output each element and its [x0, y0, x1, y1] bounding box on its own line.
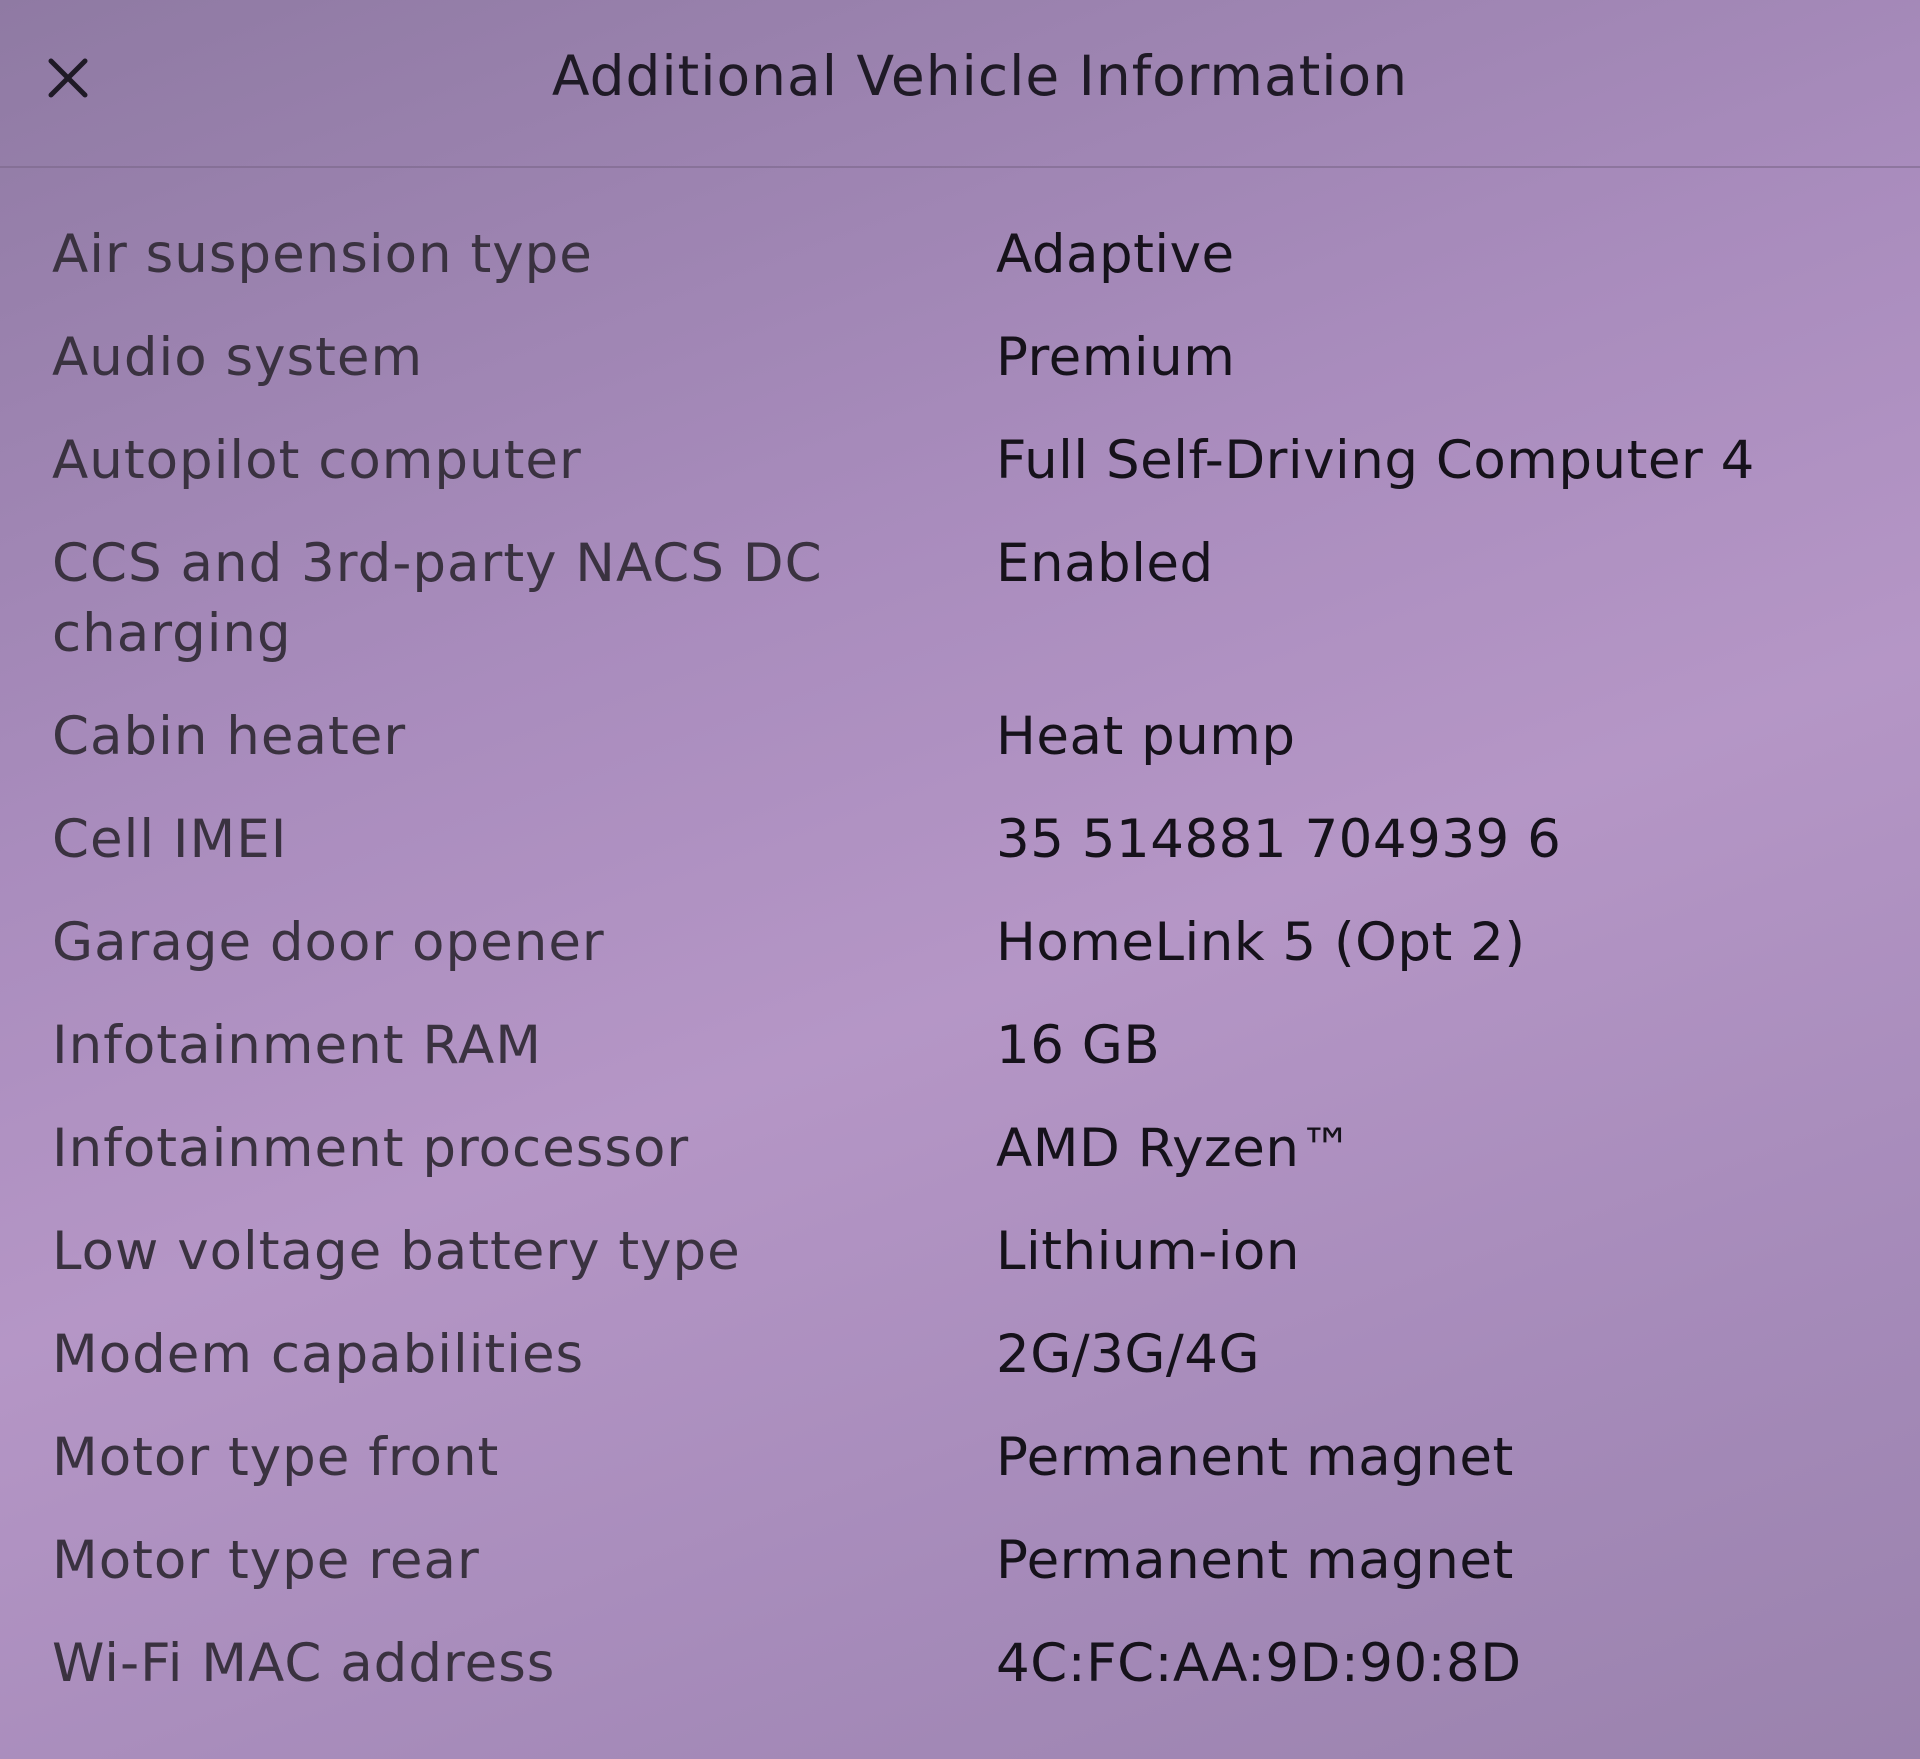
row-value: HomeLink 5 (Opt 2)	[996, 912, 1526, 973]
row-value: Heat pump	[996, 706, 1296, 767]
row-value: Premium	[996, 327, 1236, 388]
row-label: Autopilot computer	[52, 430, 582, 491]
row-value: Enabled	[996, 533, 1214, 594]
row-label: Audio system	[52, 327, 424, 388]
info-row-cell-imei: Cell IMEI 35 514881 704939 6	[0, 805, 1920, 875]
info-row-garage-door-opener: Garage door opener HomeLink 5 (Opt 2)	[0, 908, 1920, 978]
info-row-wifi-mac: Wi-Fi MAC address 4C:FC:AA:9D:90:8D	[0, 1629, 1920, 1699]
info-row-ccs-charging: CCS and 3rd-party NACS DC charging Enabl…	[0, 529, 1920, 669]
row-label: Cabin heater	[52, 706, 407, 767]
row-label: Modem capabilities	[52, 1324, 585, 1385]
row-label: Infotainment processor	[52, 1118, 690, 1179]
vehicle-info-screen: Additional Vehicle Information Air suspe…	[0, 0, 1920, 1759]
row-label: Air suspension type	[52, 224, 593, 285]
row-value: 4C:FC:AA:9D:90:8D	[996, 1633, 1522, 1694]
row-value: Lithium-ion	[996, 1221, 1300, 1282]
info-row-motor-rear: Motor type rear Permanent magnet	[0, 1526, 1920, 1596]
info-row-air-suspension: Air suspension type Adaptive	[0, 220, 1920, 290]
row-label: Low voltage battery type	[52, 1221, 741, 1282]
row-label: Motor type rear	[52, 1530, 480, 1591]
row-value: Permanent magnet	[996, 1427, 1514, 1488]
info-list: Air suspension type Adaptive Audio syste…	[0, 220, 1920, 1732]
row-label: Infotainment RAM	[52, 1015, 542, 1076]
info-row-audio-system: Audio system Premium	[0, 323, 1920, 393]
info-row-cabin-heater: Cabin heater Heat pump	[0, 702, 1920, 772]
row-label: Cell IMEI	[52, 809, 288, 870]
row-value: Adaptive	[996, 224, 1235, 285]
page-title: Additional Vehicle Information	[551, 44, 1409, 108]
row-value: 2G/3G/4G	[996, 1324, 1261, 1385]
row-value: AMD Ryzen™	[996, 1118, 1353, 1179]
info-row-low-voltage-battery: Low voltage battery type Lithium-ion	[0, 1217, 1920, 1287]
row-value: Full Self-Driving Computer 4	[996, 430, 1755, 491]
row-value: Permanent magnet	[996, 1530, 1514, 1591]
info-row-modem-capabilities: Modem capabilities 2G/3G/4G	[0, 1320, 1920, 1390]
info-row-motor-front: Motor type front Permanent magnet	[0, 1423, 1920, 1493]
info-row-infotainment-ram: Infotainment RAM 16 GB	[0, 1011, 1920, 1081]
row-value: 16 GB	[996, 1015, 1161, 1076]
header-bar: Additional Vehicle Information	[0, 0, 1920, 168]
row-label: Wi-Fi MAC address	[52, 1633, 556, 1694]
row-value: 35 514881 704939 6	[996, 809, 1562, 870]
row-label: Motor type front	[52, 1427, 500, 1488]
row-label: Garage door opener	[52, 912, 605, 973]
info-row-autopilot-computer: Autopilot computer Full Self-Driving Com…	[0, 426, 1920, 496]
row-label: CCS and 3rd-party NACS DC charging	[52, 533, 823, 664]
info-row-infotainment-processor: Infotainment processor AMD Ryzen™	[0, 1114, 1920, 1184]
